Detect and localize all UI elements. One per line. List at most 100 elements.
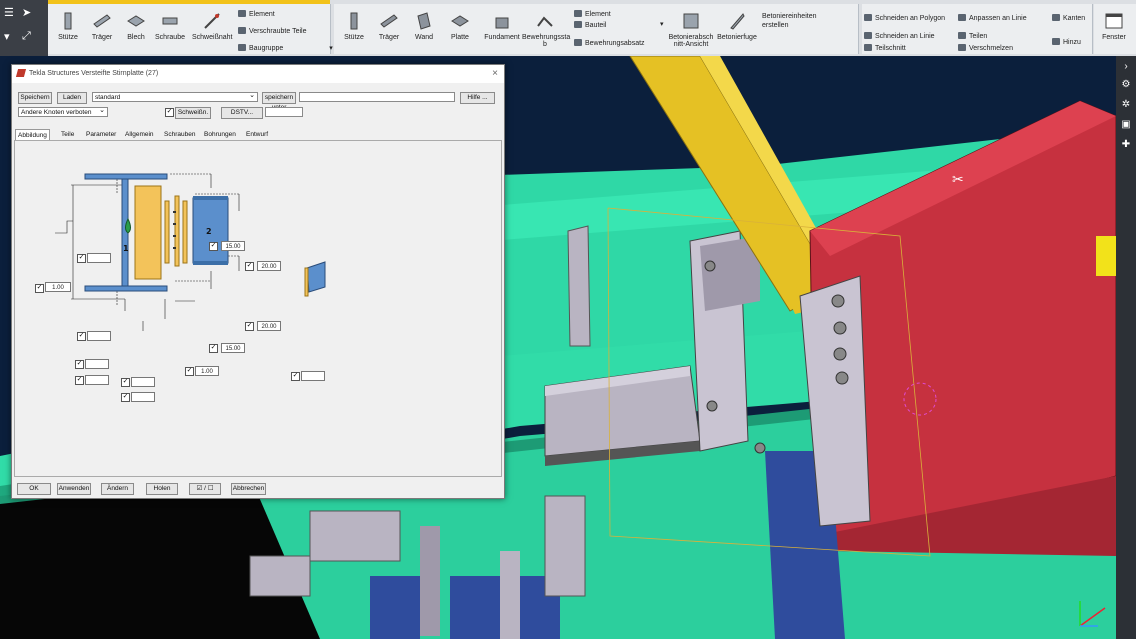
load-button[interactable]: Laden <box>57 92 87 104</box>
concrete-beam-tool[interactable]: Träger <box>369 12 409 41</box>
tab-allgemein[interactable]: Allgemein <box>123 129 156 140</box>
preset-select[interactable]: standard <box>92 91 258 102</box>
stiff-field[interactable] <box>131 377 155 387</box>
top20-field[interactable]: 20.00 <box>257 261 281 271</box>
cut-line-button[interactable]: Schneiden an Linie <box>864 32 935 40</box>
menu-icon[interactable]: ☰ <box>4 6 14 19</box>
cube-icon[interactable]: ▣ <box>1119 118 1133 132</box>
top20-checkbox[interactable]: ✓ <box>245 262 254 271</box>
element-button[interactable]: Element <box>238 10 275 18</box>
bolt-icon <box>162 17 178 25</box>
settings-icon[interactable]: ✲ <box>1119 98 1133 112</box>
cut-polygon-button[interactable]: Schneiden an Polygon <box>864 14 945 22</box>
rebar-element-button[interactable]: Element <box>574 10 611 18</box>
stiff2-field[interactable] <box>131 392 155 402</box>
bottom20-field[interactable]: 20.00 <box>257 321 281 331</box>
fit-line-button[interactable]: Anpassen an Linie <box>958 14 1027 22</box>
tab-parameter[interactable]: Parameter <box>84 129 118 140</box>
profile-field[interactable] <box>301 371 325 381</box>
bolt-tool[interactable]: Schraube <box>150 12 190 41</box>
edges-button[interactable]: Kanten <box>1052 14 1085 22</box>
bottom-checkbox[interactable]: ✓ <box>77 332 86 341</box>
factor-checkbox[interactable]: ✓ <box>35 284 44 293</box>
tool-label: Träger <box>91 34 113 41</box>
small-label: Element <box>249 11 275 18</box>
top15-field[interactable]: 15.00 <box>221 241 245 251</box>
add-button[interactable]: Hinzu <box>1052 38 1081 46</box>
assembly-button[interactable]: Baugruppe ▾ <box>238 44 333 52</box>
dstv-button[interactable]: DSTV... <box>221 107 263 119</box>
modify-button[interactable]: Ändern <box>101 483 134 495</box>
part-cut-button[interactable]: Teilschnitt <box>864 44 906 52</box>
merge-button[interactable]: Verschmelzen <box>958 44 1013 52</box>
footing-tool[interactable]: Fundament <box>482 12 522 41</box>
down-arrow-icon[interactable]: ▾ <box>4 30 10 43</box>
tool-label: Schweißnaht <box>192 34 233 41</box>
close-icon[interactable]: × <box>492 68 498 79</box>
snap-icon[interactable]: ⤢ <box>22 30 31 43</box>
gap-factor-checkbox[interactable]: ✓ <box>185 367 194 376</box>
chevron-right-icon[interactable]: › <box>1119 60 1133 74</box>
plate-width-checkbox[interactable]: ✓ <box>75 360 84 369</box>
concrete-column-tool[interactable]: Stütze <box>334 12 374 41</box>
weld-checkbox[interactable]: ✓ <box>165 108 174 117</box>
small-label: Schneiden an Linie <box>875 33 935 40</box>
bottom15-checkbox[interactable]: ✓ <box>209 344 218 353</box>
dropdown-arrow-icon[interactable]: ▾ <box>329 45 333 52</box>
select-arrow-icon[interactable]: ➤ <box>22 6 31 19</box>
properties-icon[interactable]: ⚙ <box>1119 78 1133 92</box>
apply-button[interactable]: Anwenden <box>57 483 91 495</box>
wall-tool[interactable]: Wand <box>404 12 444 41</box>
stiffener-shape <box>174 195 180 267</box>
pour-units-button[interactable]: Betoniereinheiten erstellen <box>762 12 832 30</box>
rebar-tool[interactable]: Bewehrungssta b <box>522 12 570 48</box>
get-button[interactable]: Holen <box>146 483 178 495</box>
bottom15-field[interactable]: 15.00 <box>221 343 245 353</box>
rebar-splice-button[interactable]: Bewehrungsabsatz <box>574 39 645 47</box>
steel-part <box>544 495 586 597</box>
ok-button[interactable]: OK <box>17 483 51 495</box>
window-tool[interactable]: Fenster <box>1094 12 1134 41</box>
tab-entwurf[interactable]: Entwurf <box>244 129 270 140</box>
factor-field[interactable]: 1.00 <box>45 282 71 292</box>
blue-column-part <box>370 576 420 639</box>
pour-section-tool[interactable]: Betonierabsch nitt-Ansicht <box>668 12 714 48</box>
rebar-part-button[interactable]: Bauteil <box>574 21 606 29</box>
save-as-button[interactable]: speichern unter <box>262 92 296 111</box>
save-as-input[interactable] <box>299 92 455 102</box>
dialog-titlebar[interactable]: Tekla Structures Versteifte Stirnplatte … <box>12 65 504 83</box>
weld-button[interactable]: Schweißn. <box>175 107 211 119</box>
pour-break-tool[interactable]: Betonierfuge <box>716 12 758 41</box>
end-plate-shape <box>134 185 162 280</box>
tab-bohrungen[interactable]: Bohrungen <box>202 129 238 140</box>
steel-part <box>309 510 401 562</box>
dstv-input[interactable] <box>265 107 303 117</box>
cancel-button[interactable]: Abbrechen <box>231 483 266 495</box>
stiff2-checkbox[interactable]: ✓ <box>121 393 130 402</box>
bottom20-checkbox[interactable]: ✓ <box>245 322 254 331</box>
top-gap-field[interactable] <box>87 253 111 263</box>
plate-width-field[interactable] <box>85 359 109 369</box>
tab-schrauben[interactable]: Schrauben <box>162 129 197 140</box>
save-button[interactable]: Speichern <box>18 92 52 104</box>
tool-label: Stütze <box>344 34 364 41</box>
bolted-parts-button[interactable]: Verschraubte Teile <box>238 27 306 35</box>
split-button[interactable]: Teilen <box>958 32 987 40</box>
components-icon[interactable]: ✚ <box>1119 138 1133 152</box>
weld-tool[interactable]: Schweißnaht <box>192 12 232 41</box>
slab-tool[interactable]: Platte <box>440 12 480 41</box>
top-checkbox[interactable]: ✓ <box>77 254 86 263</box>
dropdown-arrow-icon[interactable]: ▾ <box>660 20 664 28</box>
edge-checkbox[interactable]: ✓ <box>75 376 84 385</box>
other-nodes-select[interactable]: Andere Knoten verboten <box>18 106 108 117</box>
toggle-all-button[interactable]: ☑ / ☐ <box>189 483 221 495</box>
top15-checkbox[interactable]: ✓ <box>209 242 218 251</box>
tab-teile[interactable]: Teile <box>59 129 76 140</box>
stiff-checkbox[interactable]: ✓ <box>121 378 130 387</box>
help-button[interactable]: Hilfe ... <box>460 92 495 104</box>
bottom-gap-field[interactable] <box>87 331 111 341</box>
gap-factor-field[interactable]: 1.00 <box>195 366 219 376</box>
profile-checkbox[interactable]: ✓ <box>291 372 300 381</box>
bolt-head <box>706 400 718 412</box>
edge-field[interactable] <box>85 375 109 385</box>
